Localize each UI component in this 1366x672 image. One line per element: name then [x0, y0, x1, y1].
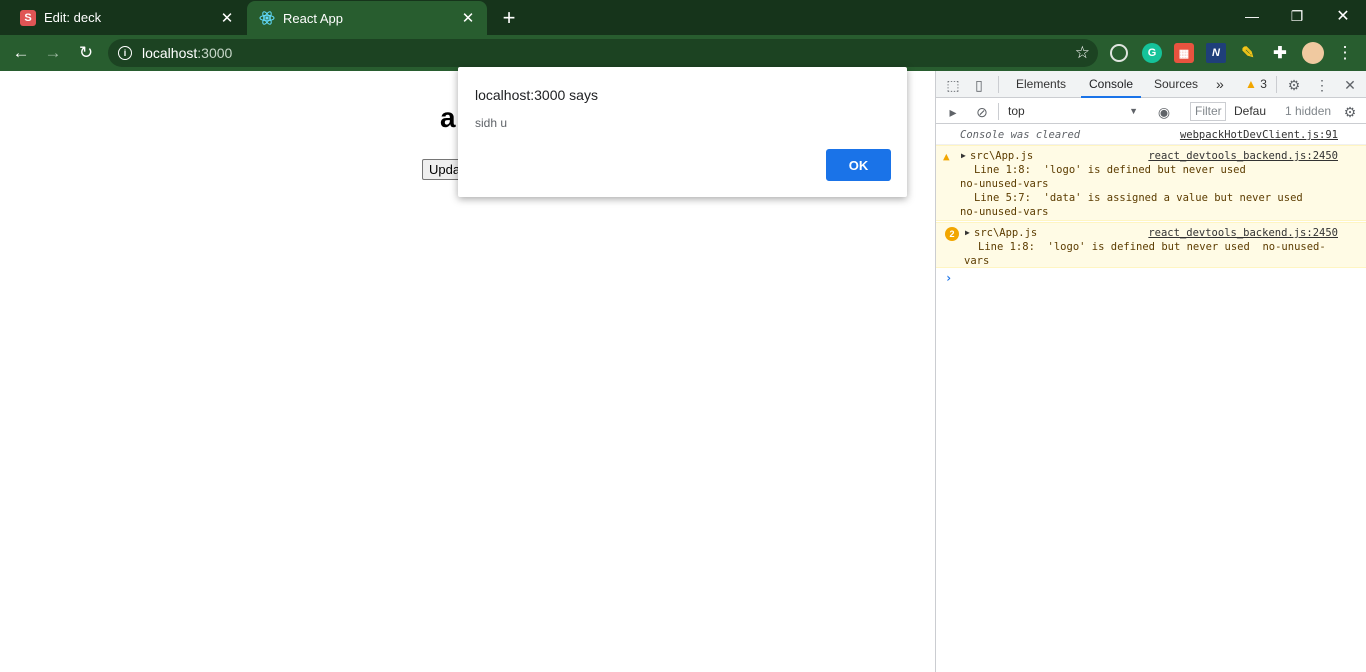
- alert-dialog: localhost:3000 says sidh u OK: [458, 67, 907, 197]
- profile-avatar[interactable]: [1302, 42, 1324, 64]
- reload-icon[interactable]: ↻: [73, 40, 99, 66]
- console-settings-gear-icon[interactable]: ⚙: [1340, 102, 1360, 122]
- dialog-message: sidh u: [475, 116, 508, 130]
- repeat-count-badge: 2: [945, 227, 959, 241]
- source-link[interactable]: react_devtools_backend.js:2450: [1148, 150, 1338, 162]
- minimize-icon[interactable]: —: [1229, 4, 1275, 28]
- warning-file[interactable]: src\App.js: [970, 150, 1033, 162]
- tab-strip: S Edit: deck ✕ React App ✕ + — ❐ ✕: [0, 0, 1366, 35]
- warning-file[interactable]: src\App.js: [974, 227, 1037, 239]
- tab-edit-deck[interactable]: S Edit: deck ✕: [8, 0, 246, 35]
- tab-console[interactable]: Console: [1081, 71, 1142, 98]
- devtools-panel: ⬚ ▯ Elements Console Sources » ▲ 3 ⚙ ⋮ ✕…: [935, 71, 1366, 672]
- console-filter-input[interactable]: Filter: [1190, 102, 1226, 121]
- tab-title: Edit: deck: [44, 10, 102, 25]
- sidebar-toggle-icon[interactable]: ▸: [943, 102, 963, 122]
- slides-favicon-icon: S: [20, 9, 36, 26]
- expand-triangle-icon[interactable]: ▶: [965, 228, 970, 237]
- tab-sources[interactable]: Sources: [1146, 71, 1206, 98]
- pencil-icon[interactable]: ✎: [1238, 43, 1258, 63]
- dialog-ok-button[interactable]: OK: [826, 149, 891, 181]
- extension-n-icon[interactable]: N: [1206, 43, 1226, 63]
- dropdown-arrow-icon: ▼: [1129, 106, 1138, 116]
- tab-title: React App: [283, 10, 343, 26]
- chrome-menu-icon[interactable]: ⋮: [1332, 40, 1358, 66]
- hidden-messages-count: 1 hidden: [1285, 104, 1332, 118]
- devtools-tabbar: ⬚ ▯ Elements Console Sources » ▲ 3 ⚙ ⋮ ✕: [936, 71, 1366, 98]
- device-toolbar-icon[interactable]: ▯: [969, 75, 989, 95]
- inspect-element-icon[interactable]: ⬚: [943, 75, 963, 95]
- restore-icon[interactable]: ❐: [1274, 4, 1320, 28]
- warning-icon: ▲: [943, 150, 950, 163]
- live-expression-eye-icon[interactable]: ◉: [1154, 102, 1174, 122]
- address-bar[interactable]: i localhost:3000 ☆: [108, 39, 1098, 67]
- context-selector[interactable]: top ▼: [1008, 102, 1138, 121]
- settings-gear-icon[interactable]: ⚙: [1284, 75, 1304, 95]
- console-prompt-icon[interactable]: ›: [945, 271, 952, 285]
- console-message: Console was cleared webpackHotDevClient.…: [936, 125, 1366, 145]
- expand-triangle-icon[interactable]: ▶: [961, 151, 966, 160]
- extensions-puzzle-icon[interactable]: ✚: [1270, 43, 1290, 63]
- close-devtools-icon[interactable]: ✕: [1340, 75, 1360, 95]
- console-warning: ▲ ▶ src\App.js react_devtools_backend.js…: [936, 145, 1366, 221]
- source-link[interactable]: webpackHotDevClient.js:91: [1180, 129, 1338, 141]
- console-filter-bar: ▸ ⊘ top ▼ ◉ Filter Defau 1 hidden ⚙: [936, 99, 1366, 124]
- console-output: Console was cleared webpackHotDevClient.…: [936, 125, 1366, 672]
- new-tab-button[interactable]: +: [496, 5, 522, 31]
- extension-red-icon[interactable]: ▦: [1174, 43, 1194, 63]
- tab-close-icon[interactable]: ✕: [218, 9, 236, 27]
- tab-elements[interactable]: Elements: [1008, 71, 1074, 98]
- dialog-title: localhost:3000 says: [475, 87, 598, 103]
- bookmark-star-icon[interactable]: ☆: [1075, 43, 1090, 63]
- clear-console-icon[interactable]: ⊘: [972, 102, 992, 122]
- react-favicon-icon: [259, 10, 275, 26]
- back-icon[interactable]: ←: [8, 40, 34, 66]
- browser-toolbar: ← → ↻ i localhost:3000 ☆ G ▦ N ✎ ✚ ⋮: [0, 35, 1366, 71]
- forward-icon[interactable]: →: [40, 40, 66, 66]
- close-window-icon[interactable]: ✕: [1320, 4, 1366, 28]
- log-levels-dropdown[interactable]: Defau: [1234, 102, 1266, 121]
- info-icon[interactable]: i: [118, 46, 132, 60]
- tab-close-icon[interactable]: ✕: [459, 9, 477, 27]
- tab-react-app[interactable]: React App ✕: [247, 1, 487, 35]
- console-warning: 2 ▶ src\App.js react_devtools_backend.js…: [936, 222, 1366, 268]
- source-link[interactable]: react_devtools_backend.js:2450: [1148, 227, 1338, 239]
- more-tabs-icon[interactable]: »: [1208, 71, 1232, 98]
- grammarly-icon[interactable]: G: [1142, 43, 1162, 63]
- devtools-menu-icon[interactable]: ⋮: [1312, 75, 1332, 95]
- page-heading: a: [440, 102, 456, 133]
- extension-circle-icon[interactable]: [1110, 44, 1128, 62]
- warning-icon: ▲: [1245, 77, 1257, 91]
- warning-counter[interactable]: ▲ 3: [1245, 71, 1267, 98]
- url-text: localhost:3000: [142, 45, 233, 61]
